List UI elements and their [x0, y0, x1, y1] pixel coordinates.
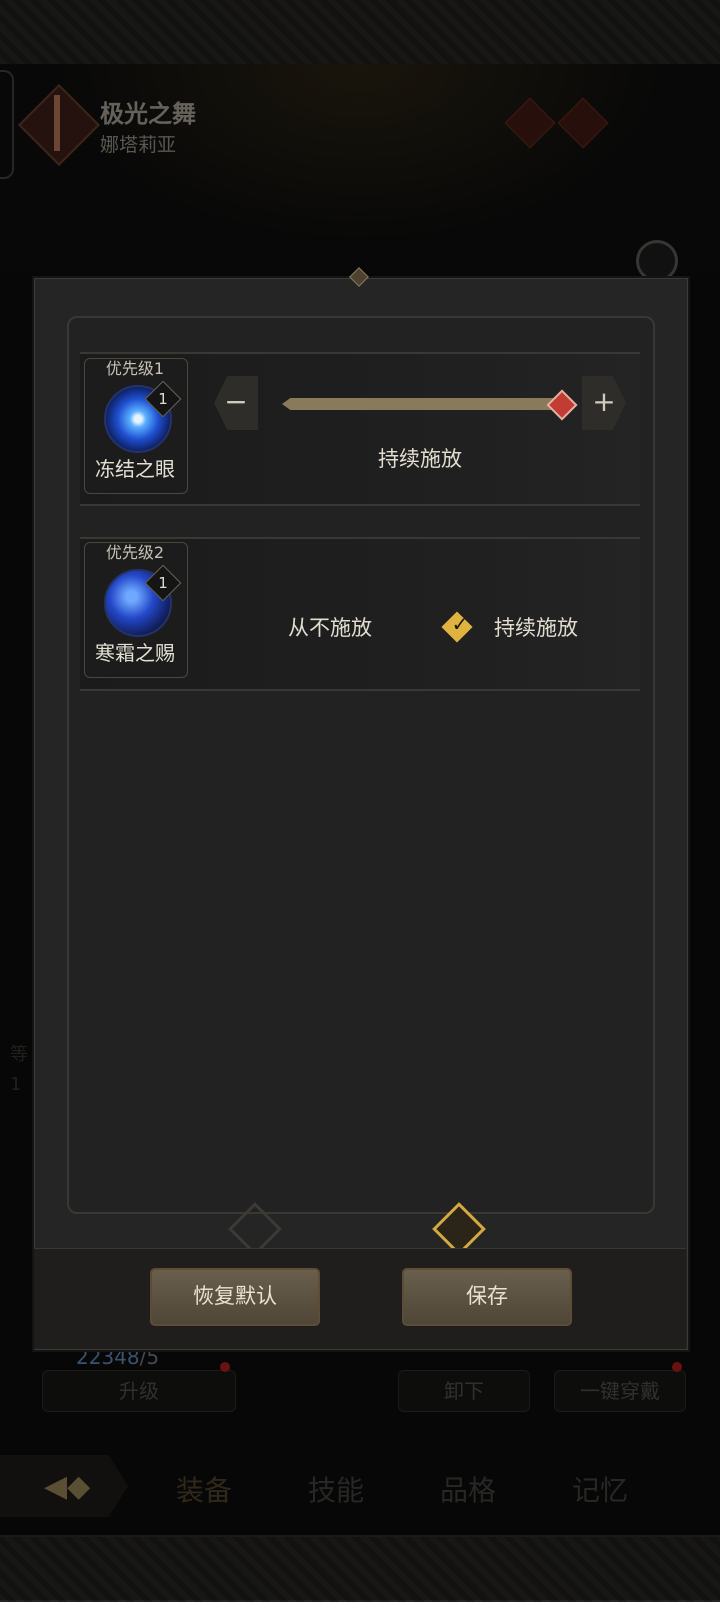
checkmark-icon: ✓	[451, 612, 469, 636]
reset-default-button[interactable]: 恢复默认	[150, 1268, 320, 1326]
cast-frequency-slider[interactable]	[282, 398, 562, 410]
skill-priority: 优先级1	[105, 359, 165, 378]
dialog-footer	[34, 1248, 686, 1349]
skill-priority: 优先级2	[105, 543, 165, 562]
skill-level: 1	[158, 390, 168, 408]
cast-mode-label: 持续施放	[378, 447, 462, 471]
skill-level: 1	[158, 574, 168, 592]
option-label[interactable]: 从不施放	[288, 612, 372, 642]
save-button[interactable]: 保存	[402, 1268, 572, 1326]
skill-name: 寒霜之赐	[95, 641, 175, 665]
option-label[interactable]: 持续施放	[494, 612, 578, 642]
skill-name: 冻结之眼	[95, 457, 175, 481]
